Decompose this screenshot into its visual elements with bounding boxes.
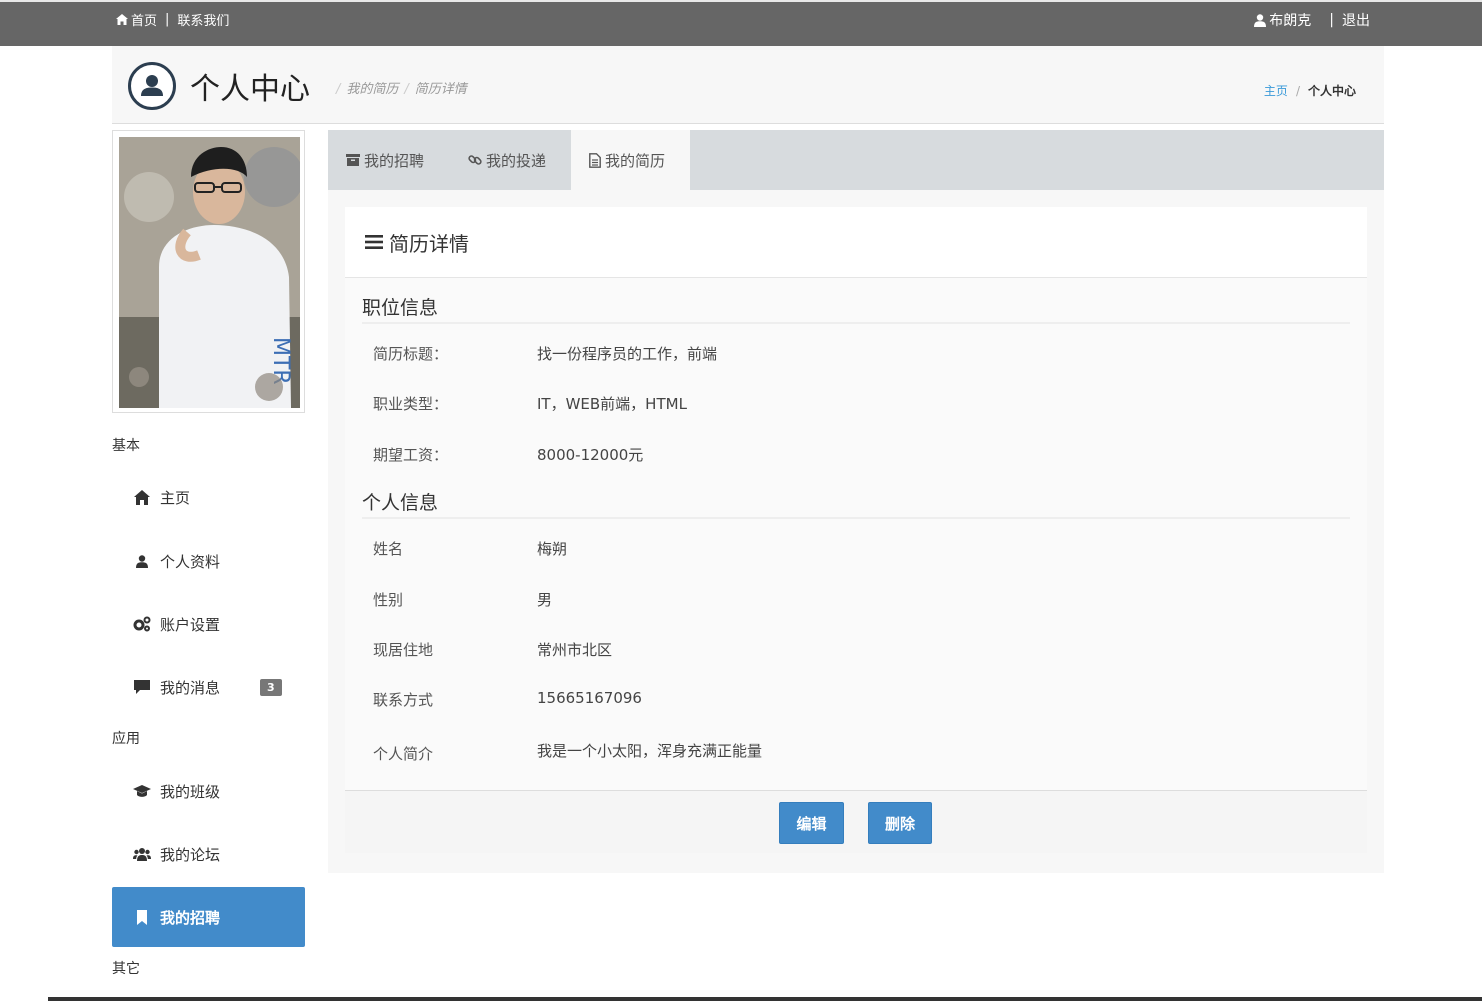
home-link[interactable]: 首页 (116, 10, 157, 29)
sidebar-item-forum[interactable]: 我的论坛 (112, 824, 305, 884)
top-nav-right: 布朗克 | 退出 (1254, 10, 1370, 30)
sidebar-item-label: 主页 (160, 488, 191, 507)
field-value: 15665167096 (537, 689, 642, 707)
graduation-cap-icon (132, 781, 152, 801)
field-label: 个人简介 (373, 745, 434, 763)
field-value: 梅朔 (537, 540, 568, 558)
card-header: 简历详情 (345, 207, 1367, 278)
breadcrumb-home[interactable]: 主页 (1264, 84, 1288, 98)
sidebar-item-class[interactable]: 我的班级 (112, 761, 305, 821)
subtitle-resume: 我的简历 (346, 82, 399, 97)
sidebar-item-home[interactable]: 主页 (112, 467, 305, 527)
resume-detail-card: 简历详情 职位信息 简历标题： 找一份程序员的工作，前端 职业类型： IT，WE… (345, 207, 1367, 790)
subtitle-detail: 简历详情 (414, 82, 467, 97)
bottom-divider (48, 997, 1482, 1001)
gears-icon (132, 614, 152, 634)
profile-photo: MTR (119, 137, 300, 408)
sidebar-item-profile[interactable]: 个人资料 (112, 531, 305, 591)
archive-icon (346, 154, 360, 166)
tab-bar: 我的招聘 我的投递 我的简历 (328, 130, 1384, 190)
tab-label: 我的投递 (486, 151, 547, 170)
sidebar-item-label: 个人资料 (160, 552, 221, 571)
tab-label: 我的简历 (605, 151, 666, 170)
tab-my-recruitment[interactable]: 我的招聘 (328, 130, 442, 190)
page-subtitle: / 我的简历 / 简历详情 (336, 82, 467, 97)
comment-icon (132, 677, 152, 697)
message-count-badge: 3 (260, 678, 282, 696)
field-label: 现居住地 (373, 641, 434, 659)
field-label: 姓名 (373, 540, 404, 558)
file-icon (589, 152, 601, 168)
home-icon (132, 487, 152, 507)
sidebar-item-label: 我的消息 (160, 678, 221, 697)
user-menu[interactable]: 布朗克 (1254, 10, 1311, 30)
sidebar-group-apps: 应用 (112, 731, 140, 747)
field-value: 男 (537, 591, 553, 609)
divider: | (165, 12, 170, 27)
edit-button[interactable]: 编辑 (779, 802, 844, 844)
field-value: IT，WEB前端，HTML (537, 395, 687, 413)
field-label: 期望工资： (373, 446, 449, 464)
users-icon (132, 844, 152, 864)
user-name: 布朗克 (1269, 13, 1312, 29)
user-icon (132, 551, 152, 571)
field-label: 简历标题： (373, 345, 449, 363)
tab-label: 我的招聘 (364, 151, 425, 170)
bars-icon (365, 235, 383, 249)
contact-link[interactable]: 联系我们 (177, 10, 229, 29)
sidebar-item-label: 我的招聘 (160, 908, 221, 927)
field-value: 我是一个小太阳，浑身充满正能量 (537, 742, 763, 760)
section-title-job: 职位信息 (362, 293, 1350, 324)
bookmark-icon (132, 907, 152, 927)
field-label: 职业类型： (373, 395, 449, 413)
page-header: 个人中心 / 我的简历 / 简历详情 主页 / 个人中心 (112, 46, 1384, 124)
sidebar-item-messages[interactable]: 我的消息 3 (112, 657, 305, 717)
sidebar-item-label: 我的班级 (160, 782, 221, 801)
section-title-personal: 个人信息 (362, 488, 1350, 519)
tab-my-resume[interactable]: 我的简历 (571, 130, 690, 190)
page-title: 个人中心 (190, 72, 310, 107)
top-nav-left: 首页 | 联系我们 (116, 10, 229, 29)
sidebar-group-basic: 基本 (112, 438, 140, 454)
field-value: 常州市北区 (537, 641, 613, 659)
tab-my-applications[interactable]: 我的投递 (450, 130, 564, 190)
user-circle-icon (128, 62, 176, 110)
logout-link[interactable]: 退出 (1342, 10, 1370, 30)
user-icon (1254, 13, 1267, 27)
breadcrumb-current: 个人中心 (1307, 84, 1356, 98)
sidebar-item-account-settings[interactable]: 账户设置 (112, 594, 305, 654)
sidebar-item-recruitment[interactable]: 我的招聘 (112, 887, 305, 947)
breadcrumb: 主页 / 个人中心 (1263, 84, 1356, 98)
link-icon (468, 153, 482, 167)
card-title: 简历详情 (389, 231, 469, 256)
sidebar-item-label: 账户设置 (160, 615, 221, 634)
divider: | (1329, 12, 1334, 28)
field-label: 联系方式 (373, 691, 434, 709)
field-value: 找一份程序员的工作，前端 (537, 345, 718, 363)
field-label: 性别 (373, 591, 404, 609)
home-link-label: 首页 (131, 14, 158, 29)
sidebar-group-other: 其它 (112, 961, 140, 977)
profile-photo-frame: MTR (112, 130, 305, 413)
field-value: 8000-12000元 (537, 446, 644, 464)
top-navbar: 首页 | 联系我们 布朗克 | 退出 (0, 0, 1482, 46)
home-icon (116, 14, 128, 25)
delete-button[interactable]: 删除 (868, 802, 932, 844)
card-footer: 编辑 删除 (345, 790, 1367, 853)
sidebar-item-label: 我的论坛 (160, 845, 221, 864)
